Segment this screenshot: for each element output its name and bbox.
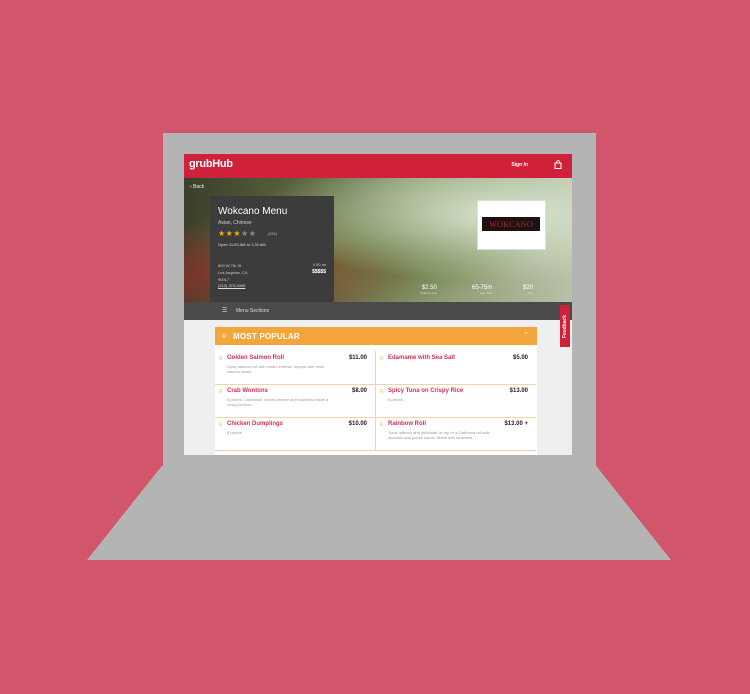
menu-item-price: $13.00 + bbox=[504, 421, 528, 427]
delivery-fee-stat: $2.50 Delivery Fee bbox=[420, 285, 437, 295]
bag-icon[interactable] bbox=[554, 160, 562, 169]
menu-item-name[interactable]: Rainbow Roll bbox=[388, 421, 426, 427]
menu-content: ♕ MOST POPULAR ⌃ ♕ Golden Salmon Roll $1… bbox=[184, 320, 572, 455]
menu-item-price: $13.00 bbox=[509, 388, 528, 394]
menu-item-price: $5.00 bbox=[512, 355, 528, 361]
menu-item-price: $8.00 bbox=[351, 388, 367, 394]
back-link[interactable]: ‹ Back bbox=[190, 184, 204, 190]
menu-item-price: $11.00 bbox=[348, 355, 367, 361]
popular-icon: ♕ bbox=[379, 356, 385, 362]
star-icon: ★ bbox=[248, 229, 257, 238]
menu-item-description: Spicy salmon roll with cream cheese, top… bbox=[227, 364, 325, 374]
address-line: 800 W 7th St bbox=[218, 263, 242, 268]
popular-icon: ♕ bbox=[218, 356, 224, 362]
menu-item-description: Tuna, salmon and yellowtail on top of a … bbox=[388, 430, 490, 440]
restaurant-phone-link[interactable]: (213) 375-0055 bbox=[218, 283, 245, 288]
menu-item-name[interactable]: Spicy Tuna on Crispy Rice bbox=[388, 388, 463, 394]
menu-item-description: 6 pieces. bbox=[227, 430, 244, 435]
restaurant-logo-text: WOKCANO bbox=[489, 219, 533, 229]
trophy-icon: ♕ bbox=[221, 333, 228, 340]
price-rating: $$$$$ bbox=[312, 269, 326, 275]
feedback-tab[interactable]: Feedback bbox=[560, 305, 570, 347]
popular-icon: ♕ bbox=[218, 422, 224, 428]
restaurant-info-card: Wokcano Menu Asian, Chinese ★★★★★ (231) … bbox=[210, 196, 334, 302]
popular-icon: ♕ bbox=[218, 389, 224, 395]
section-title: MOST POPULAR bbox=[233, 332, 300, 341]
most-popular-header[interactable]: ♕ MOST POPULAR ⌃ bbox=[215, 327, 537, 345]
menu-item-name[interactable]: Golden Salmon Roll bbox=[227, 355, 284, 361]
menu-item-description: 6 pieces. Crabmeat, cream cheese and sca… bbox=[227, 397, 329, 407]
restaurant-title: Wokcano Menu bbox=[218, 206, 288, 217]
popular-icon: ♕ bbox=[379, 422, 385, 428]
stat-label: Delivery Fee bbox=[420, 291, 437, 295]
stat-label: Min bbox=[528, 291, 534, 295]
restaurant-address: 800 W 7th St Los Angeles, CA 90017 bbox=[218, 262, 248, 283]
most-popular-panel: ♕ MOST POPULAR ⌃ ♕ Golden Salmon Roll $1… bbox=[215, 327, 537, 455]
restaurant-distance: 0.90 mi bbox=[312, 262, 326, 267]
menu-item-name[interactable]: Edamame with Sea Salt bbox=[388, 355, 455, 361]
stat-label: Est. Wait bbox=[480, 291, 493, 295]
menu-item[interactable]: ♕ Spicy Tuna on Crispy Rice $13.00 6 pie… bbox=[375, 384, 536, 418]
star-icon: ★ bbox=[233, 229, 242, 238]
address-line: 90017 bbox=[218, 277, 230, 282]
rating-stars[interactable]: ★★★★★ bbox=[218, 229, 256, 238]
menu-item-name[interactable]: Crab Wontons bbox=[227, 388, 268, 394]
menu-item[interactable]: ♕ Edamame with Sea Salt $5.00 bbox=[375, 351, 536, 385]
star-icon: ★ bbox=[218, 229, 226, 238]
chevron-up-icon[interactable]: ⌃ bbox=[523, 331, 529, 339]
wait-time-stat: 65-75m Est. Wait bbox=[472, 285, 492, 295]
rating-count: (231) bbox=[268, 231, 278, 236]
menu-item[interactable]: ♕ Rainbow Roll $13.00 + Tuna, salmon and… bbox=[375, 417, 536, 451]
grubhub-logo[interactable]: grubHub bbox=[189, 158, 233, 170]
restaurant-cuisine: Asian, Chinese bbox=[218, 220, 252, 226]
laptop-screen: grubHub Sign In ‹ Back Wokcano Menu Asia… bbox=[184, 154, 572, 455]
menu-item[interactable]: ♕ Golden Salmon Roll $11.00 Spicy salmon… bbox=[215, 351, 375, 385]
sign-in-link[interactable]: Sign In bbox=[511, 162, 528, 168]
menu-item-description: 6 pieces. bbox=[388, 397, 405, 402]
menu-sections-bar[interactable]: ☰ Menu Sections bbox=[184, 302, 572, 320]
laptop-base bbox=[87, 466, 671, 560]
menu-item[interactable]: ♕ Crab Wontons $8.00 6 pieces. Crabmeat,… bbox=[215, 384, 375, 418]
top-nav-bar: grubHub Sign In bbox=[184, 154, 572, 178]
address-line: Los Angeles, CA bbox=[218, 270, 248, 275]
restaurant-hours: Open 11:00 AM to 1:30 AM bbox=[218, 242, 266, 247]
list-icon: ☰ bbox=[222, 308, 228, 314]
restaurant-logo: WOKCANO bbox=[477, 200, 546, 250]
menu-item[interactable]: ♕ Chicken Dumplings $10.00 6 pieces. bbox=[215, 417, 375, 451]
star-icon: ★ bbox=[241, 229, 249, 238]
popular-icon: ♕ bbox=[379, 389, 385, 395]
menu-item-name[interactable]: Chicken Dumplings bbox=[227, 421, 283, 427]
menu-item-price: $10.00 bbox=[348, 421, 367, 427]
menu-sections-label: Menu Sections bbox=[236, 308, 270, 314]
restaurant-hero: ‹ Back Wokcano Menu Asian, Chinese ★★★★★… bbox=[184, 178, 572, 302]
minimum-order-stat: $20 Min bbox=[523, 285, 533, 295]
